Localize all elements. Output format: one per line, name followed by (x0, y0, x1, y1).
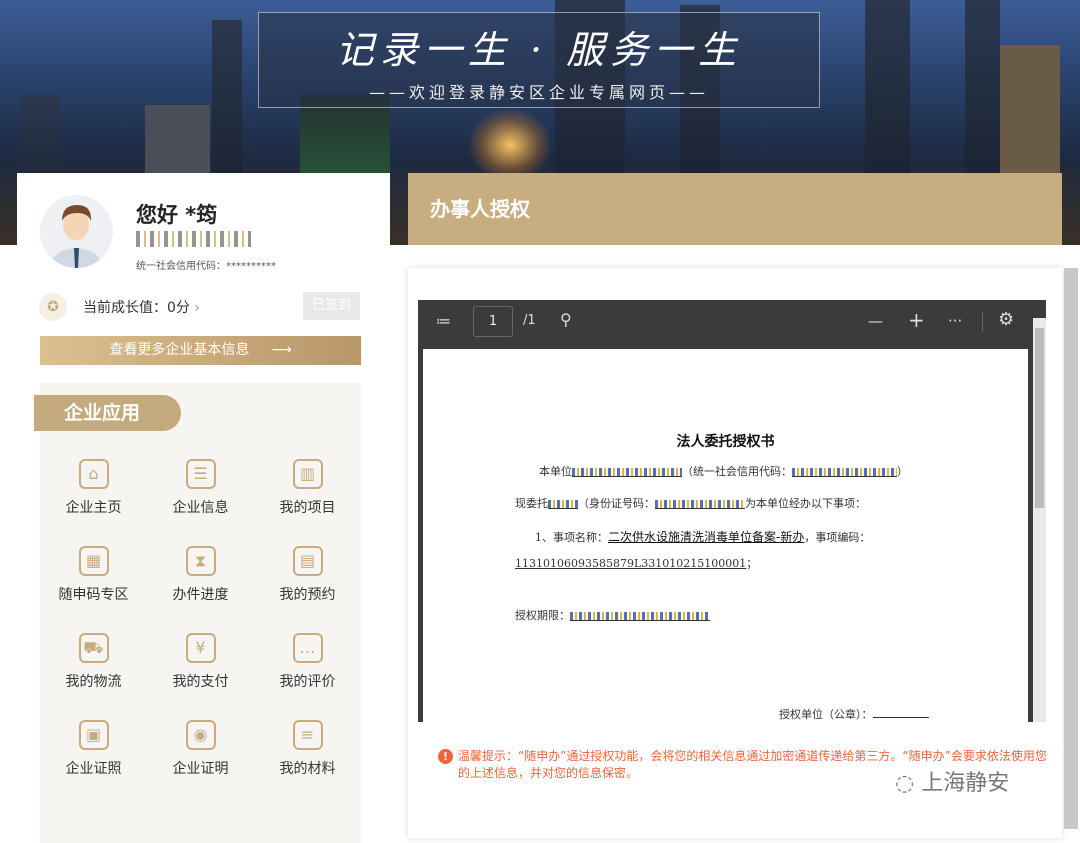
page-total: /1 (523, 313, 536, 328)
avatar (40, 195, 113, 268)
doc-line-period: 授权期限： (515, 607, 710, 623)
home-icon: ⌂ (79, 459, 109, 489)
toolbar-divider (982, 312, 983, 332)
app-item-label: 企业信息 (147, 497, 254, 517)
clipboard-icon: ≡ (293, 720, 323, 750)
app-item-label: 我的支付 (147, 671, 254, 691)
signed-in-button[interactable]: 已签到 (303, 292, 360, 320)
banner-slogan-box: 记录一生 · 服务一生 ——欢迎登录静安区企业专属网页—— (258, 12, 820, 108)
doc-line-seal: 授权单位（公章）： (779, 706, 929, 722)
page-scrollbar[interactable] (1064, 268, 1078, 829)
app-item-label: 我的项目 (254, 497, 361, 517)
apps-title: 企业应用 (34, 395, 181, 431)
credit-code: 统一社会信用代码：********** (136, 257, 276, 272)
arrow-right-icon: ⟶ (272, 342, 292, 358)
info-icon: ! (438, 749, 453, 764)
app-item[interactable]: ¥ 我的支付 (147, 629, 254, 716)
growth-value[interactable]: 当前成长值：0分 › (83, 297, 200, 317)
document-title: 法人委托授权书 (423, 431, 1028, 451)
app-item[interactable]: ▣ 企业证照 (40, 716, 147, 803)
certificate-icon: ◉ (186, 720, 216, 750)
app-item-label: 我的预约 (254, 584, 361, 604)
pdf-viewer: ≔ 1 /1 ⚲ — + ··· ⚙ 法人委托授权书 本单位（统一社会信用代码：… (418, 300, 1046, 722)
app-item-label: 随申码专区 (40, 584, 147, 604)
app-item[interactable]: ▥ 我的项目 (254, 455, 361, 542)
app-item-label: 我的评价 (254, 671, 361, 691)
wechat-watermark: ◌ 上海静安 (895, 765, 1009, 797)
comment-icon: … (293, 633, 323, 663)
growth-row[interactable]: ✪ 当前成长值：0分 › 已签到 (39, 291, 360, 321)
app-item-label: 企业证明 (147, 758, 254, 778)
app-item[interactable]: ⛟ 我的物流 (40, 629, 147, 716)
truck-icon: ⛟ (79, 633, 109, 663)
payment-icon: ¥ (186, 633, 216, 663)
profile-card: 您好 *筠 统一社会信用代码：********** ✪ 当前成长值：0分 › 已… (17, 173, 390, 833)
masked-company-name (136, 231, 251, 247)
app-item[interactable]: ◉ 企业证明 (147, 716, 254, 803)
app-item[interactable]: ☰ 企业信息 (147, 455, 254, 542)
more-options-icon[interactable]: ··· (948, 312, 962, 330)
calendar-icon: ▤ (293, 546, 323, 576)
medal-icon: ✪ (39, 293, 67, 321)
pdf-toolbar: ≔ 1 /1 ⚲ — + ··· ⚙ (418, 300, 1046, 343)
app-item-label: 企业证照 (40, 758, 147, 778)
doc-line-delegate: 现委托（身份证号码：为本单位经办以下事项： (515, 495, 866, 511)
doc-line-item-code: 11310106093585879L331010215100001； (515, 555, 757, 571)
settings-gear-icon[interactable]: ⚙ (998, 309, 1014, 330)
banner-slogan: 记录一生 · 服务一生 (259, 19, 819, 74)
app-item-label: 办件进度 (147, 584, 254, 604)
app-item-label: 我的物流 (40, 671, 147, 691)
search-icon[interactable]: ⚲ (560, 310, 572, 329)
qr-code-icon: ▦ (79, 546, 109, 576)
page-title: 办事人授权 (408, 173, 1062, 245)
app-item[interactable]: … 我的评价 (254, 629, 361, 716)
zoom-in-icon[interactable]: + (908, 308, 925, 332)
pdf-scrollbar[interactable] (1033, 318, 1046, 722)
hourglass-icon: ⧗ (186, 546, 216, 576)
app-item[interactable]: ⌂ 企业主页 (40, 455, 147, 542)
books-icon: ▥ (293, 459, 323, 489)
page-number-input[interactable]: 1 (473, 306, 513, 337)
app-item-label: 企业主页 (40, 497, 147, 517)
app-item-label: 我的材料 (254, 758, 361, 778)
doc-line-item: 1、事项名称：二次供水设施清洗消毒单位备案-新办，事项编码： (535, 528, 870, 545)
company-info-icon: ☰ (186, 459, 216, 489)
greeting: 您好 *筠 (136, 199, 217, 229)
app-item[interactable]: ≡ 我的材料 (254, 716, 361, 803)
app-item[interactable]: ⧗ 办件进度 (147, 542, 254, 629)
doc-line-unit: 本单位（统一社会信用代码：） (539, 463, 908, 479)
app-item[interactable]: ▦ 随申码专区 (40, 542, 147, 629)
enterprise-apps-panel: 企业应用 ⌂企业主页☰企业信息▥我的项目▦随申码专区⧗办件进度▤我的预约⛟我的物… (40, 383, 361, 843)
more-company-info-button[interactable]: 查看更多企业基本信息 ⟶ (40, 336, 361, 365)
license-icon: ▣ (79, 720, 109, 750)
authorization-content: ≔ 1 /1 ⚲ — + ··· ⚙ 法人委托授权书 本单位（统一社会信用代码：… (408, 268, 1062, 838)
banner-welcome: ——欢迎登录静安区企业专属网页—— (259, 79, 819, 103)
outline-menu-icon[interactable]: ≔ (436, 312, 451, 330)
pdf-page: 法人委托授权书 本单位（统一社会信用代码：） 现委托（身份证号码：为本单位经办以… (423, 349, 1028, 722)
app-item[interactable]: ▤ 我的预约 (254, 542, 361, 629)
zoom-out-icon[interactable]: — (868, 312, 883, 330)
chevron-right-icon: › (194, 300, 200, 316)
